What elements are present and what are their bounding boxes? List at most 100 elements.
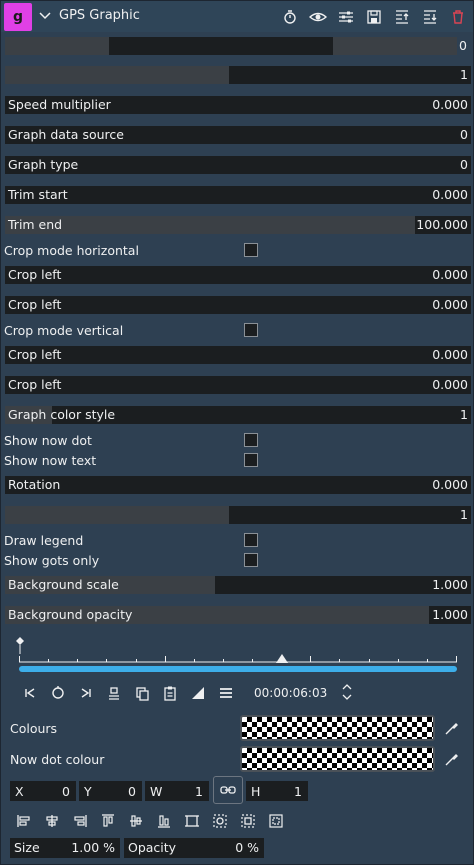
param-value: 0.000 (432, 97, 468, 112)
param-checkbox[interactable] (244, 323, 258, 337)
param-slider[interactable]: Trim end 100.000 (5, 216, 471, 234)
paste-icon[interactable] (162, 685, 178, 701)
param-label: Graph data source (8, 127, 124, 142)
param-value: 0.000 (432, 187, 468, 202)
timeline-bar[interactable] (19, 666, 457, 672)
w-field[interactable]: W 1 (145, 781, 209, 801)
param-checkbox[interactable] (244, 433, 258, 447)
param-slider[interactable]: Graph data source 0 (5, 126, 471, 144)
x-field[interactable]: X 0 (10, 781, 76, 801)
timecode-spinner-icon[interactable] (341, 683, 353, 701)
slider-fill (5, 66, 229, 84)
h-value: 1 (294, 784, 302, 799)
param-slider[interactable]: Graph color style 1 (5, 406, 471, 424)
now-dot-colour-swatch[interactable] (240, 746, 435, 772)
move-up-icon[interactable] (393, 8, 411, 26)
param-label: Crop left (8, 267, 62, 282)
param-slider[interactable]: Graph type 0 (5, 156, 471, 174)
effect-panel: g GPS Graphic 0 1 Speed multiplier 0.000… (0, 0, 474, 865)
param-value: 0.000 (432, 297, 468, 312)
y-field[interactable]: Y 0 (79, 781, 142, 801)
next-keyframe-icon[interactable] (78, 685, 94, 701)
size-field[interactable]: Size 1.00 % (10, 838, 120, 858)
param-label: Rotation (8, 477, 61, 492)
link-icon (220, 783, 236, 797)
param-slider[interactable]: Crop left 0.000 (5, 296, 471, 314)
param-slider[interactable]: Crop left 0.000 (5, 376, 471, 394)
link-size-button[interactable] (213, 776, 243, 804)
param-slider[interactable]: 1 (5, 506, 471, 524)
save-icon[interactable] (365, 8, 383, 26)
timecode[interactable]: 00:00:06:03 (254, 686, 327, 700)
param-value: 1 (460, 407, 468, 422)
param-slider[interactable]: Trim start 0.000 (5, 186, 471, 204)
fit-frame-icon[interactable] (184, 813, 200, 829)
param-slider[interactable]: Background opacity 1.000 (5, 606, 471, 624)
size-value: 1.00 % (71, 840, 115, 855)
param-checkbox[interactable] (244, 533, 258, 547)
align-vcenter-icon[interactable] (128, 813, 144, 829)
param-slider[interactable]: Background scale 1.000 (5, 576, 471, 594)
param-checkbox[interactable] (244, 453, 258, 467)
param-checkbox-label: Show now text (4, 453, 97, 468)
opacity-field[interactable]: Opacity 0 % (124, 838, 264, 858)
param-label: Graph type (8, 157, 79, 172)
slider-fill (5, 506, 229, 524)
param-slider[interactable]: Rotation 0.000 (5, 476, 471, 494)
chevron-down-icon[interactable] (38, 9, 52, 23)
menu-icon[interactable] (218, 685, 234, 701)
param-slider[interactable]: Crop left 0.000 (5, 266, 471, 284)
param-slider[interactable]: Speed multiplier 0.000 (5, 96, 471, 114)
zoom-fill-icon[interactable] (268, 813, 284, 829)
param-value: 0.000 (432, 477, 468, 492)
param-checkbox[interactable] (244, 553, 258, 567)
delete-icon[interactable] (449, 8, 467, 26)
param-checkbox[interactable] (244, 243, 258, 257)
x-label: X (15, 784, 24, 799)
align-keyframe-icon[interactable] (106, 685, 122, 701)
top-split-value: 0 (459, 38, 467, 53)
previous-keyframe-icon[interactable] (22, 685, 38, 701)
param-label: Background opacity (8, 607, 133, 622)
now-dot-colour-label: Now dot colour (10, 752, 105, 767)
eye-icon[interactable] (309, 8, 327, 26)
zoom-fit-icon[interactable] (212, 813, 228, 829)
param-slider[interactable]: 1 (5, 66, 471, 84)
playhead-icon[interactable] (275, 654, 288, 663)
align-top-icon[interactable] (100, 813, 116, 829)
color-picker-icon[interactable] (444, 720, 460, 736)
param-checkbox-label: Crop mode vertical (4, 323, 124, 338)
align-hcenter-icon[interactable] (44, 813, 60, 829)
param-label: Crop left (8, 297, 62, 312)
colours-swatch[interactable] (240, 715, 435, 741)
colours-label: Colours (10, 721, 58, 736)
param-value: 0.000 (432, 347, 468, 362)
align-left-icon[interactable] (16, 813, 32, 829)
top-split-left[interactable] (5, 37, 109, 55)
param-value: 0.000 (432, 267, 468, 282)
keyframe-ruler[interactable] (19, 653, 457, 663)
top-split-right[interactable] (333, 37, 457, 55)
add-keyframe-icon[interactable] (50, 685, 66, 701)
param-slider[interactable]: Crop left 0.000 (5, 346, 471, 364)
top-split-middle[interactable] (109, 37, 333, 55)
move-down-icon[interactable] (421, 8, 439, 26)
h-field[interactable]: H 1 (246, 781, 308, 801)
interpolation-icon[interactable] (190, 685, 206, 701)
color-picker-icon[interactable] (444, 751, 460, 767)
opacity-label: Opacity (128, 840, 177, 855)
y-value: 0 (128, 784, 136, 799)
align-bottom-icon[interactable] (156, 813, 172, 829)
copy-icon[interactable] (134, 685, 150, 701)
timer-icon[interactable] (281, 8, 299, 26)
param-value: 0 (460, 157, 468, 172)
keyframe-marker-icon[interactable] (15, 636, 25, 654)
param-value: 1 (460, 67, 468, 82)
effect-badge[interactable]: g (4, 3, 32, 31)
settings-sliders-icon[interactable] (337, 8, 355, 26)
param-label: Trim start (8, 187, 68, 202)
zoom-original-icon[interactable] (240, 813, 256, 829)
align-right-icon[interactable] (72, 813, 88, 829)
param-label: Background scale (8, 577, 119, 592)
effect-header: g GPS Graphic (1, 1, 473, 32)
